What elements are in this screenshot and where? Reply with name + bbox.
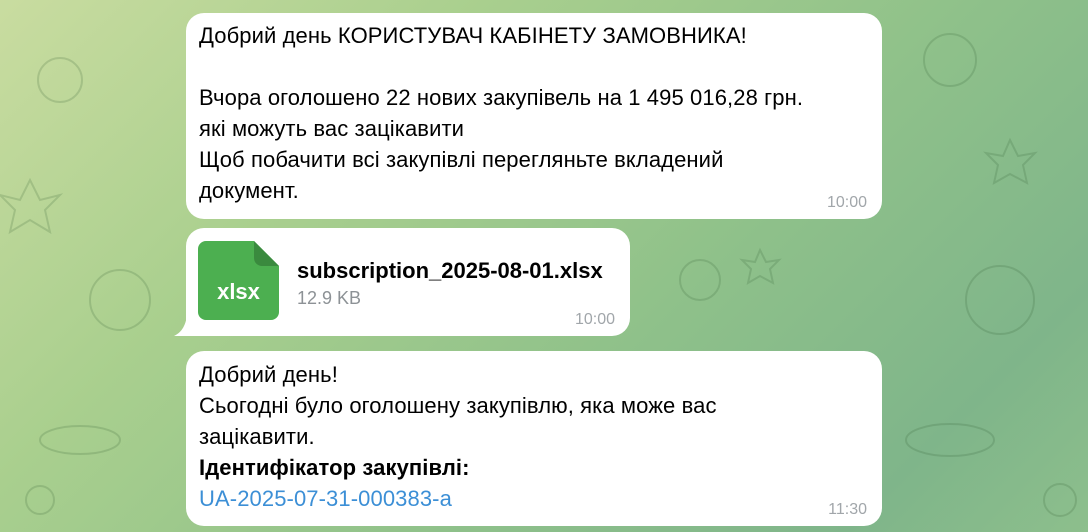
message-time: 10:00 [574,311,615,328]
file-name[interactable]: subscription_2025-08-01.xlsx [297,258,603,284]
message-time: 10:00 [826,194,867,211]
spreadsheet-file-icon[interactable]: xlsx [198,241,279,320]
message-bubble[interactable]: Добрий день! Сьогодні було оголошену зак… [186,351,882,526]
message-time: 11:30 [828,501,867,518]
file-message-bubble[interactable]: xlsx subscription_2025-08-01.xlsx 12.9 K… [186,228,630,336]
procurement-id-link[interactable]: UA-2025-07-31-000383-a [199,483,452,514]
file-extension-label: xlsx [217,279,260,304]
message-text: Добрий день КОРИСТУВАЧ КАБІНЕТУ ЗАМОВНИК… [199,23,804,203]
message-text: Добрий день! Сьогодні було оголошену зак… [199,362,717,449]
message-bubble[interactable]: Добрий день КОРИСТУВАЧ КАБІНЕТУ ЗАМОВНИК… [186,13,882,219]
file-size: 12.9 KB [297,288,362,308]
procurement-id-label: Ідентифікатор закупівлі: [199,455,470,480]
